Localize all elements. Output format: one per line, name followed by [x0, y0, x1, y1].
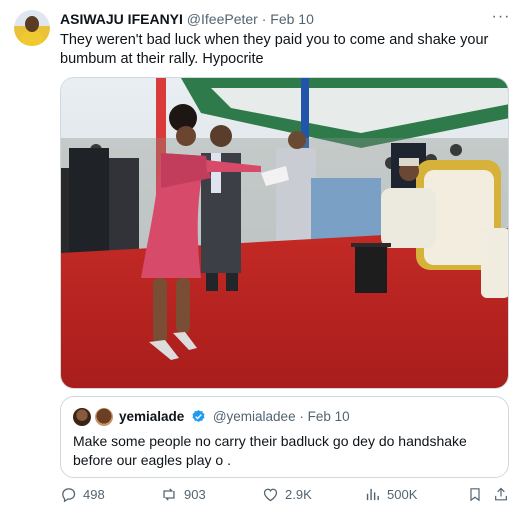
quoted-tweet-text: Make some people no carry their badluck … [73, 433, 467, 468]
tweet-date[interactable]: Feb 10 [270, 11, 314, 27]
repost-icon [160, 486, 178, 503]
like-button[interactable]: 2.9K [262, 486, 312, 503]
more-icon: ··· [491, 8, 511, 25]
quoted-author-avatar-emoji [95, 408, 113, 426]
views-count: 500K [387, 487, 418, 502]
tweet-actions-bar: 498 903 2.9K 500K [60, 486, 510, 506]
bookmark-button[interactable] [467, 486, 483, 503]
tweet-text: They weren't bad luck when they paid you… [60, 32, 489, 67]
repost-count: 903 [184, 487, 206, 502]
quoted-author-avatar [73, 408, 91, 426]
author-name[interactable]: ASIWAJU IFEANYI [60, 11, 183, 27]
share-icon [493, 486, 509, 503]
like-icon [262, 486, 279, 503]
quoted-author-name: yemialade [119, 409, 185, 424]
share-button[interactable] [493, 486, 509, 503]
author-handle[interactable]: @IfeePeter [187, 11, 258, 27]
like-count: 2.9K [285, 487, 312, 502]
separator-dot: · [299, 409, 304, 424]
views-button[interactable]: 500K [364, 486, 417, 503]
verified-badge-icon [191, 409, 206, 427]
reply-icon [60, 486, 77, 503]
bookmark-icon [467, 486, 483, 503]
tweet-header: ASIWAJU IFEANYI @IfeePeter · Feb 10 [60, 11, 314, 27]
rally-photo-image [61, 78, 508, 388]
repost-button[interactable]: 903 [160, 486, 206, 503]
views-icon [364, 486, 381, 503]
author-avatar[interactable] [14, 10, 50, 46]
quoted-tweet[interactable]: yemialade @yemialadee · Feb 10 Make some… [60, 396, 509, 478]
separator-dot: · [261, 11, 267, 27]
more-options-button[interactable]: ··· [490, 8, 512, 28]
quoted-author-handle: @yemialadee [212, 409, 296, 424]
quoted-tweet-header: yemialade @yemialadee · Feb 10 [119, 409, 350, 427]
tweet-photo[interactable] [60, 77, 509, 389]
reply-button[interactable]: 498 [60, 486, 105, 503]
quoted-tweet-date: Feb 10 [307, 409, 350, 424]
reply-count: 498 [83, 487, 105, 502]
